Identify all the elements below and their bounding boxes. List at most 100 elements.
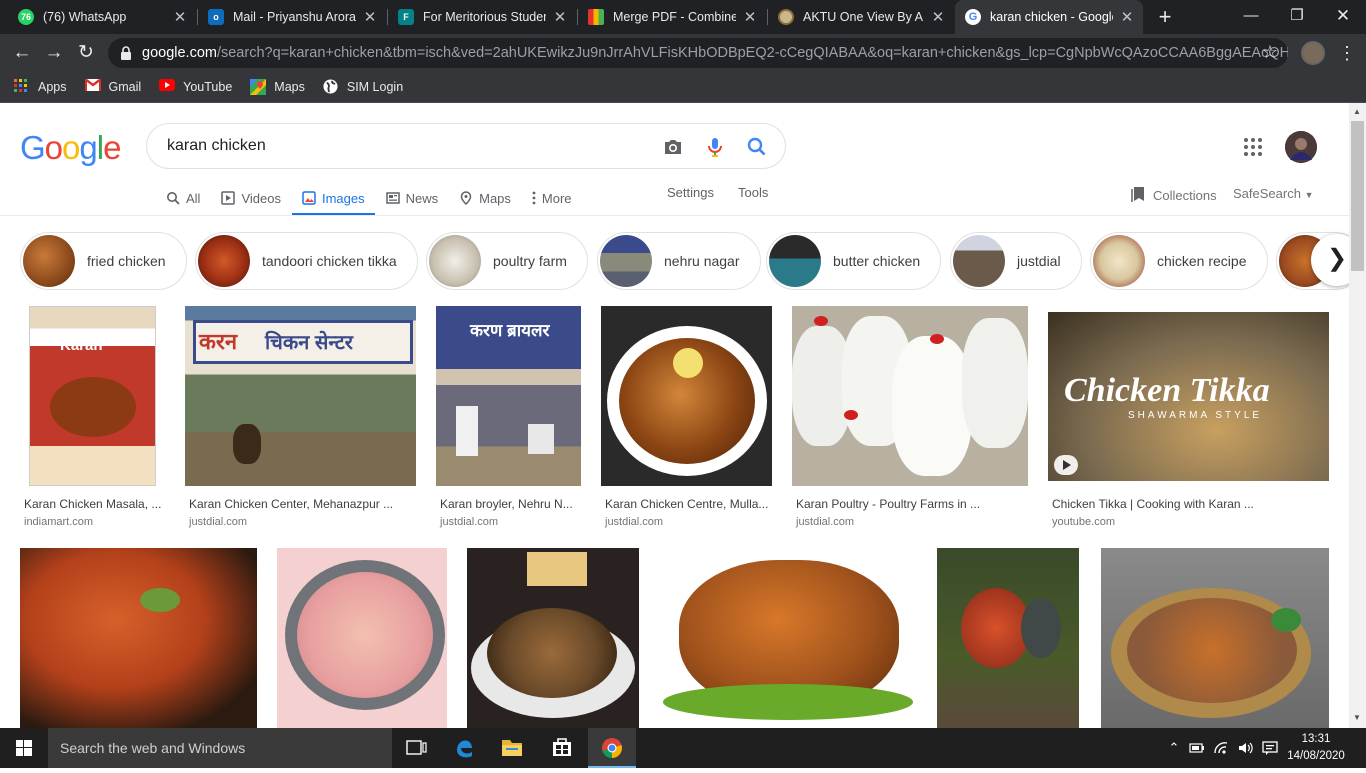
- taskbar-search-placeholder: Search the web and Windows: [60, 740, 246, 756]
- chip-thumbnail: [23, 235, 75, 287]
- chip-label: fried chicken: [87, 253, 166, 269]
- tab-videos[interactable]: Videos: [221, 181, 281, 215]
- bookmark-sim-login[interactable]: SIM Login: [323, 79, 403, 95]
- image-result[interactable]: Karan Chicken Centre, Mulla... justdial.…: [601, 306, 772, 528]
- battery-icon[interactable]: [1189, 740, 1205, 756]
- user-avatar[interactable]: [1285, 131, 1317, 163]
- chrome-taskbar-icon[interactable]: [588, 728, 636, 768]
- result-image: [20, 548, 257, 728]
- volume-icon[interactable]: [1237, 740, 1253, 756]
- tab-merge-pdf[interactable]: Merge PDF - Combine P ✕: [578, 0, 766, 34]
- wifi-icon[interactable]: [1213, 740, 1229, 756]
- page-scrollbar[interactable]: ▲ ▼: [1349, 103, 1366, 728]
- image-result[interactable]: [467, 548, 639, 728]
- bookmark-star-icon[interactable]: ☆: [1262, 42, 1278, 63]
- image-result[interactable]: [1101, 548, 1329, 728]
- image-result[interactable]: Karan Karan Chicken Masala, ... indiamar…: [20, 306, 165, 528]
- scroll-up-icon[interactable]: ▲: [1353, 107, 1361, 116]
- tab-more[interactable]: More: [532, 181, 572, 215]
- show-hidden-icons-icon[interactable]: ⌃: [1166, 740, 1182, 756]
- google-logo[interactable]: Google: [20, 129, 121, 167]
- tab-mail[interactable]: o Mail - Priyanshu Arora - ✕: [198, 0, 386, 34]
- image-result[interactable]: [937, 548, 1079, 728]
- taskbar-clock[interactable]: 13:31 14/08/2020: [1287, 731, 1345, 765]
- taskbar-search-box[interactable]: Search the web and Windows: [48, 728, 392, 768]
- result-source: justdial.com: [796, 516, 855, 528]
- image-result[interactable]: [277, 548, 447, 728]
- tab-news[interactable]: News: [385, 181, 439, 215]
- notifications-icon[interactable]: [1262, 740, 1278, 756]
- maximize-button[interactable]: ❐: [1274, 0, 1320, 34]
- image-result[interactable]: [659, 548, 916, 728]
- bookmark-label: Apps: [38, 80, 67, 94]
- google-apps-icon[interactable]: [1243, 137, 1263, 157]
- chip-butter-chicken[interactable]: butter chicken: [766, 232, 942, 290]
- bookmark-gmail[interactable]: Gmail: [83, 78, 141, 95]
- chip-justdial[interactable]: justdial: [950, 232, 1082, 290]
- edge-icon[interactable]: [440, 728, 488, 768]
- chip-label: poultry farm: [493, 253, 567, 269]
- address-bar[interactable]: google.com/search?q=karan+chicken&tbm=is…: [108, 38, 1288, 68]
- tab-maps[interactable]: Maps: [459, 181, 511, 215]
- scrollbar-thumb[interactable]: [1351, 121, 1364, 271]
- voice-search-icon[interactable]: [703, 135, 727, 159]
- chip-tandoori-chicken-tikka[interactable]: tandoori chicken tikka: [195, 232, 418, 290]
- close-tab-icon[interactable]: ✕: [552, 8, 568, 26]
- chrome-menu-icon[interactable]: ⋮: [1337, 39, 1357, 67]
- search-icon[interactable]: [745, 135, 769, 159]
- result-image: [937, 548, 1079, 728]
- chip-chicken-recipe[interactable]: chicken recipe: [1090, 232, 1268, 290]
- tab-title: For Meritorious Student: [423, 10, 546, 24]
- new-tab-button[interactable]: +: [1152, 4, 1178, 30]
- chip-thumbnail: [198, 235, 250, 287]
- image-result[interactable]: Karan Poultry - Poultry Farms in ... jus…: [792, 306, 1028, 528]
- youtube-icon: [159, 79, 176, 95]
- tab-label: News: [405, 190, 439, 206]
- minimize-button[interactable]: —: [1228, 0, 1274, 34]
- forward-button[interactable]: →: [40, 39, 68, 67]
- bookmark-maps[interactable]: Maps: [250, 79, 305, 95]
- settings-link[interactable]: Settings: [667, 185, 714, 200]
- tools-link[interactable]: Tools: [738, 185, 768, 200]
- close-tab-icon[interactable]: ✕: [742, 8, 758, 26]
- image-result[interactable]: करन चिकन सेन्टर Karan Chicken Center, Me…: [185, 306, 416, 528]
- store-icon[interactable]: [538, 728, 586, 768]
- tab-all[interactable]: All: [166, 181, 200, 215]
- bookmark-apps[interactable]: Apps: [14, 79, 67, 95]
- camera-search-icon[interactable]: [661, 135, 685, 159]
- image-result[interactable]: [20, 548, 257, 728]
- tab-title: karan chicken - Google: [990, 10, 1113, 24]
- tab-images[interactable]: Images: [292, 181, 375, 216]
- close-tab-icon[interactable]: ✕: [930, 8, 946, 26]
- chip-nehru-nagar[interactable]: nehru nagar: [597, 232, 761, 290]
- bookmark-youtube[interactable]: YouTube: [159, 79, 232, 95]
- close-window-button[interactable]: ✕: [1320, 0, 1366, 34]
- tab-google-images[interactable]: G karan chicken - Google ✕: [955, 0, 1143, 34]
- bookmark-label: SIM Login: [346, 80, 404, 94]
- result-image: [1101, 548, 1329, 728]
- forms-icon: F: [398, 9, 414, 25]
- close-tab-icon[interactable]: ✕: [362, 8, 378, 26]
- tab-aktu[interactable]: AKTU One View By AKT ✕: [768, 0, 954, 34]
- close-tab-icon[interactable]: ✕: [172, 8, 188, 26]
- bookmarks-bar: Apps Gmail YouTube Maps SIM Login: [0, 72, 1366, 103]
- chip-fried-chicken[interactable]: fried chicken: [20, 232, 187, 290]
- search-input[interactable]: [167, 134, 627, 158]
- file-explorer-icon[interactable]: [488, 728, 536, 768]
- tab-whatsapp[interactable]: 76 (76) WhatsApp ✕: [8, 0, 196, 34]
- windows-start-icon[interactable]: [0, 728, 48, 768]
- search-box: [146, 123, 786, 169]
- reload-button[interactable]: ↻: [72, 39, 100, 67]
- chip-poultry-farm[interactable]: poultry farm: [426, 232, 588, 290]
- scroll-down-icon[interactable]: ▼: [1353, 713, 1361, 722]
- close-tab-icon[interactable]: ✕: [1119, 8, 1135, 26]
- safesearch-dropdown[interactable]: SafeSearch ▼: [1233, 186, 1313, 201]
- image-result[interactable]: Chicken Tikka SHAWARMA STYLE Chicken Tik…: [1048, 306, 1329, 528]
- profile-avatar[interactable]: [1301, 41, 1325, 65]
- image-result[interactable]: करण ब्रायलर Karan broyler, Nehru N... ju…: [436, 306, 581, 528]
- tab-forms[interactable]: F For Meritorious Student ✕: [388, 0, 576, 34]
- tab-label: Videos: [241, 190, 281, 206]
- back-button[interactable]: ←: [8, 39, 36, 67]
- collections-link[interactable]: Collections: [1131, 186, 1217, 205]
- task-view-icon[interactable]: [392, 728, 440, 768]
